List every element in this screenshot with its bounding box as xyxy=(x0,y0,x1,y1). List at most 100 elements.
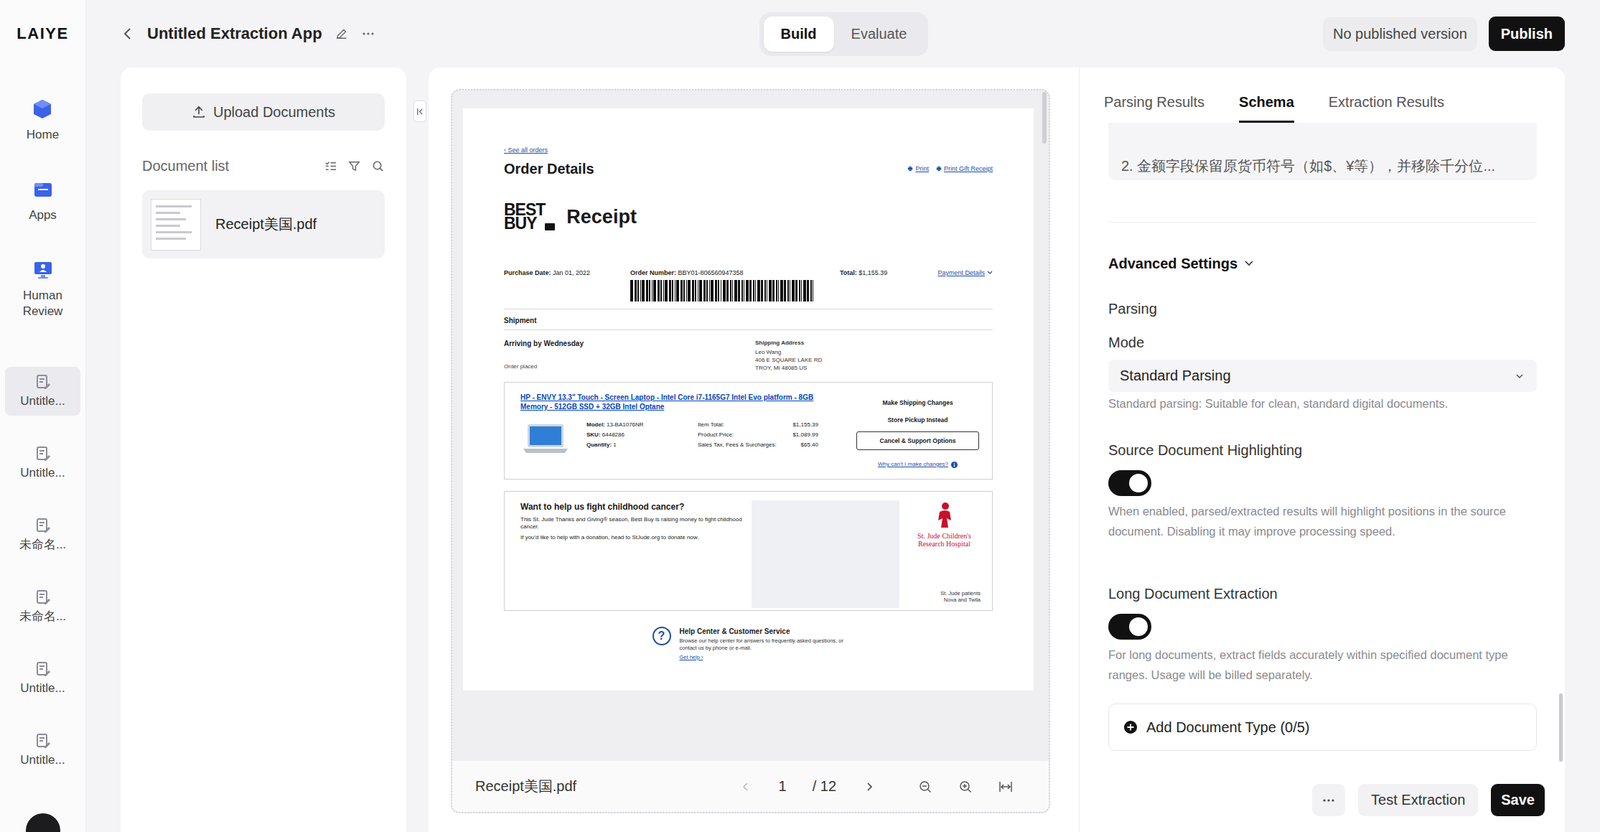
best-buy-logo: BESTBUY xyxy=(503,203,555,231)
nav-item[interactable]: Apps xyxy=(28,178,57,224)
home-cube-icon xyxy=(31,98,54,120)
publish-status: No published version xyxy=(1322,17,1478,51)
document-viewer: ‹ See all orders Order Details Print Prin… xyxy=(428,67,1080,832)
page-total: / 12 xyxy=(812,778,837,795)
page-number[interactable]: 1 xyxy=(778,778,787,795)
document-edit-icon xyxy=(34,660,52,678)
panel-tab[interactable]: Extraction Results xyxy=(1328,93,1445,123)
mode-tab[interactable]: Evaluate xyxy=(834,16,925,52)
help-circle-icon: ? xyxy=(652,626,672,646)
filter-icon[interactable] xyxy=(347,159,362,173)
app-item[interactable]: Untitle... xyxy=(5,438,81,488)
document-edit-icon xyxy=(34,516,52,535)
collapse-left-icon xyxy=(416,106,425,117)
toggle-switch[interactable] xyxy=(1108,470,1152,497)
toggle-label: Long Document Extraction xyxy=(1108,583,1537,604)
fit-width-icon[interactable] xyxy=(998,779,1013,794)
payment-details-link[interactable]: Payment Details xyxy=(937,268,993,302)
publish-button[interactable]: Publish xyxy=(1488,16,1565,51)
product-link[interactable]: HP - ENVY 13.3" Touch - Screen Laptop - … xyxy=(520,392,822,412)
viewer-toolbar: Receipt美国.pdf 1 / 12 xyxy=(452,760,1049,812)
more-button[interactable] xyxy=(1312,783,1346,817)
app-item[interactable]: 未命名... xyxy=(5,510,81,560)
toggle-switch[interactable] xyxy=(1108,613,1152,640)
app-item[interactable]: Untitle... xyxy=(5,725,81,775)
plus-circle-icon xyxy=(1123,719,1138,735)
document-list-header: Document list xyxy=(142,155,385,176)
printer-icon xyxy=(907,165,914,172)
user-avatar[interactable] xyxy=(25,813,61,832)
item-action[interactable]: Cancel & Support Options xyxy=(856,431,980,451)
chevron-down-icon xyxy=(1243,257,1255,270)
mode-select[interactable]: Standard Parsing xyxy=(1108,359,1537,392)
apps-folder-icon xyxy=(32,178,54,201)
barcode xyxy=(630,279,814,302)
chevron-down-icon xyxy=(986,269,993,276)
parsing-group-label: Parsing xyxy=(1108,298,1537,319)
panel-tab[interactable]: Schema xyxy=(1238,93,1295,123)
mode-tab[interactable]: Build xyxy=(763,16,835,52)
printer-icon xyxy=(936,165,942,172)
advanced-settings-toggle[interactable]: Advanced Settings xyxy=(1108,253,1537,274)
collapse-panel-button[interactable] xyxy=(413,100,427,123)
test-extraction-button[interactable]: Test Extraction xyxy=(1358,783,1478,817)
print-link[interactable]: Print xyxy=(907,164,929,173)
upload-button[interactable]: Upload Documents xyxy=(142,93,385,131)
page-scrollbar[interactable] xyxy=(1042,91,1047,144)
item-action[interactable]: Make Shipping Changes xyxy=(882,398,953,407)
toggle-help: For long documents, extract fields accur… xyxy=(1108,644,1537,685)
panel-tab[interactable]: Parsing Results xyxy=(1103,93,1205,123)
add-document-type-button[interactable]: Add Document Type (0/5) xyxy=(1108,703,1537,751)
item-action[interactable]: Store Pickup Instead xyxy=(887,415,948,425)
pencil-icon[interactable] xyxy=(335,27,349,41)
select-list-icon[interactable] xyxy=(323,159,338,173)
support-section: ? Help Center & Customer Service Browse … xyxy=(503,626,993,662)
panel-scrollbar[interactable] xyxy=(1559,693,1563,762)
next-page-icon[interactable] xyxy=(862,779,877,794)
app-item[interactable]: Untitle... xyxy=(5,653,81,703)
document-page: ‹ See all orders Order Details Print Prin… xyxy=(462,108,1034,691)
search-icon[interactable] xyxy=(371,159,385,173)
laiye-logo[interactable]: LAIYE xyxy=(16,0,69,68)
prev-page-icon[interactable] xyxy=(738,779,753,794)
nav-item[interactable]: Human Review xyxy=(8,259,77,320)
nav-list: Home Apps Human Review xyxy=(8,98,77,320)
mode-help: Standard parsing: Suitable for clean, st… xyxy=(1108,393,1537,414)
app-item[interactable]: Untitle... xyxy=(5,366,81,416)
zoom-out-icon[interactable] xyxy=(918,779,933,794)
document-item[interactable]: Receipt美国.pdf xyxy=(142,190,385,259)
main-area: Untitled Extraction App BuildEvaluate No… xyxy=(86,0,1600,832)
document-thumbnail xyxy=(150,198,201,251)
info-icon xyxy=(951,461,958,469)
order-summary: Purchase Date: Jan 01, 2022 Order Number… xyxy=(503,268,993,302)
patients-photo xyxy=(751,500,900,608)
print-link[interactable]: Print Gift Receipt xyxy=(936,164,993,173)
why-link[interactable]: Why can't I make changes? xyxy=(877,460,958,469)
document-edit-icon xyxy=(34,732,52,750)
order-item: HP - ENVY 13.3" Touch - Screen Laptop - … xyxy=(503,381,993,480)
extraction-app: LAIYE Home Apps Human Review Untitle... … xyxy=(0,0,1600,832)
viewer-frame: ‹ See all orders Order Details Print Prin… xyxy=(450,89,1051,814)
app-item[interactable]: 未命名... xyxy=(5,582,81,631)
prompt-textarea[interactable]: 2. 金额字段保留原货币符号（如$、¥等），并移除千分位... xyxy=(1108,122,1537,181)
app-title: Untitled Extraction App xyxy=(147,24,323,44)
result-tabs: Parsing Results Schema Extraction Results xyxy=(1079,67,1565,123)
order-heading: Order Details xyxy=(503,160,595,178)
more-dots-icon[interactable] xyxy=(361,26,376,41)
app-list: Untitle... Untitle... 未命名... 未命名... Unti… xyxy=(5,366,81,775)
receipt-title: Receipt xyxy=(566,205,637,229)
mode-switch: BuildEvaluate xyxy=(759,12,929,56)
see-orders-link[interactable]: ‹ See all orders xyxy=(503,145,993,155)
shipment-info: Arriving by Wednesday Order placed Shipp… xyxy=(503,338,993,372)
review-monitor-icon xyxy=(32,259,54,281)
get-help-link[interactable]: Get help › xyxy=(679,653,845,662)
top-bar: Untitled Extraction App BuildEvaluate No… xyxy=(86,0,1600,68)
toggle-help: When enabled, parsed/extracted results w… xyxy=(1108,501,1537,542)
zoom-in-icon[interactable] xyxy=(958,779,973,794)
more-dots-icon xyxy=(1321,798,1336,803)
nav-item[interactable]: Home xyxy=(26,98,59,143)
st-jude-promo: Want to help us fight childhood cancer? … xyxy=(503,490,993,611)
toggle-label: Source Document Highlighting xyxy=(1108,440,1537,461)
save-button[interactable]: Save xyxy=(1490,783,1545,817)
back-chevron-icon[interactable] xyxy=(122,26,133,41)
